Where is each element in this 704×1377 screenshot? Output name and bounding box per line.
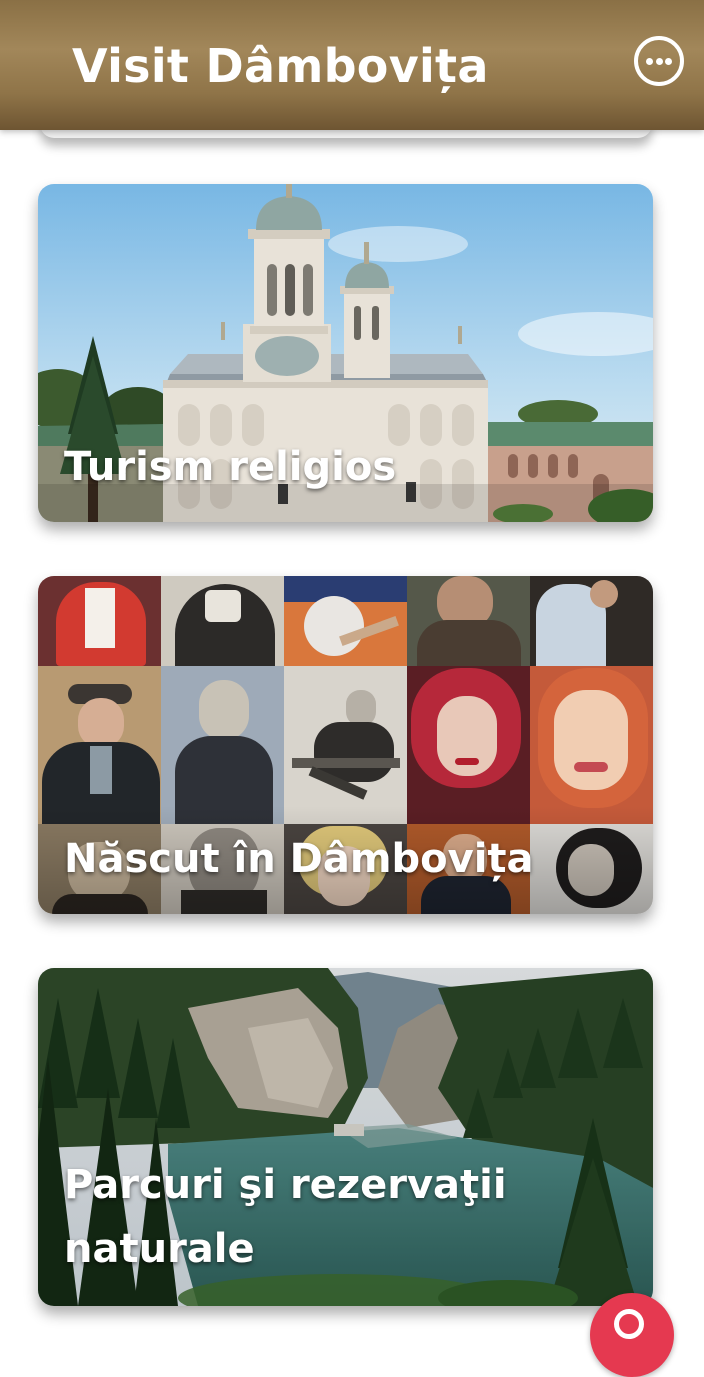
portrait-tile [284, 666, 407, 824]
portrait-tile [38, 666, 161, 824]
app-title: Visit Dâmbovița [72, 39, 489, 93]
portrait-tile [407, 576, 530, 666]
portrait-tile [407, 666, 530, 824]
app-bar: Visit Dâmbovița [0, 0, 704, 130]
card-label-line-2: naturale [64, 1226, 255, 1272]
card-label: Născut în Dâmbovița [64, 836, 534, 882]
more-options-icon[interactable] [634, 36, 684, 86]
portrait-tile [530, 576, 653, 666]
card-label: Turism religios [64, 444, 397, 490]
portrait-tile [38, 576, 161, 666]
chat-icon [614, 1309, 644, 1339]
portrait-tile [530, 666, 653, 824]
chat-fab-button[interactable] [590, 1293, 674, 1377]
card-parcuri-si-rezervatii[interactable]: Parcuri şi rezervaţii naturale [38, 968, 653, 1306]
portrait-tile [161, 666, 284, 824]
card-nascut-in-dambovita[interactable]: Născut în Dâmbovița [38, 576, 653, 914]
card-label-line-1: Parcuri şi rezervaţii [64, 1162, 507, 1208]
card-turism-religios[interactable]: Turism religios [38, 184, 653, 522]
portrait-tile [161, 576, 284, 666]
portrait-tile [284, 576, 407, 666]
